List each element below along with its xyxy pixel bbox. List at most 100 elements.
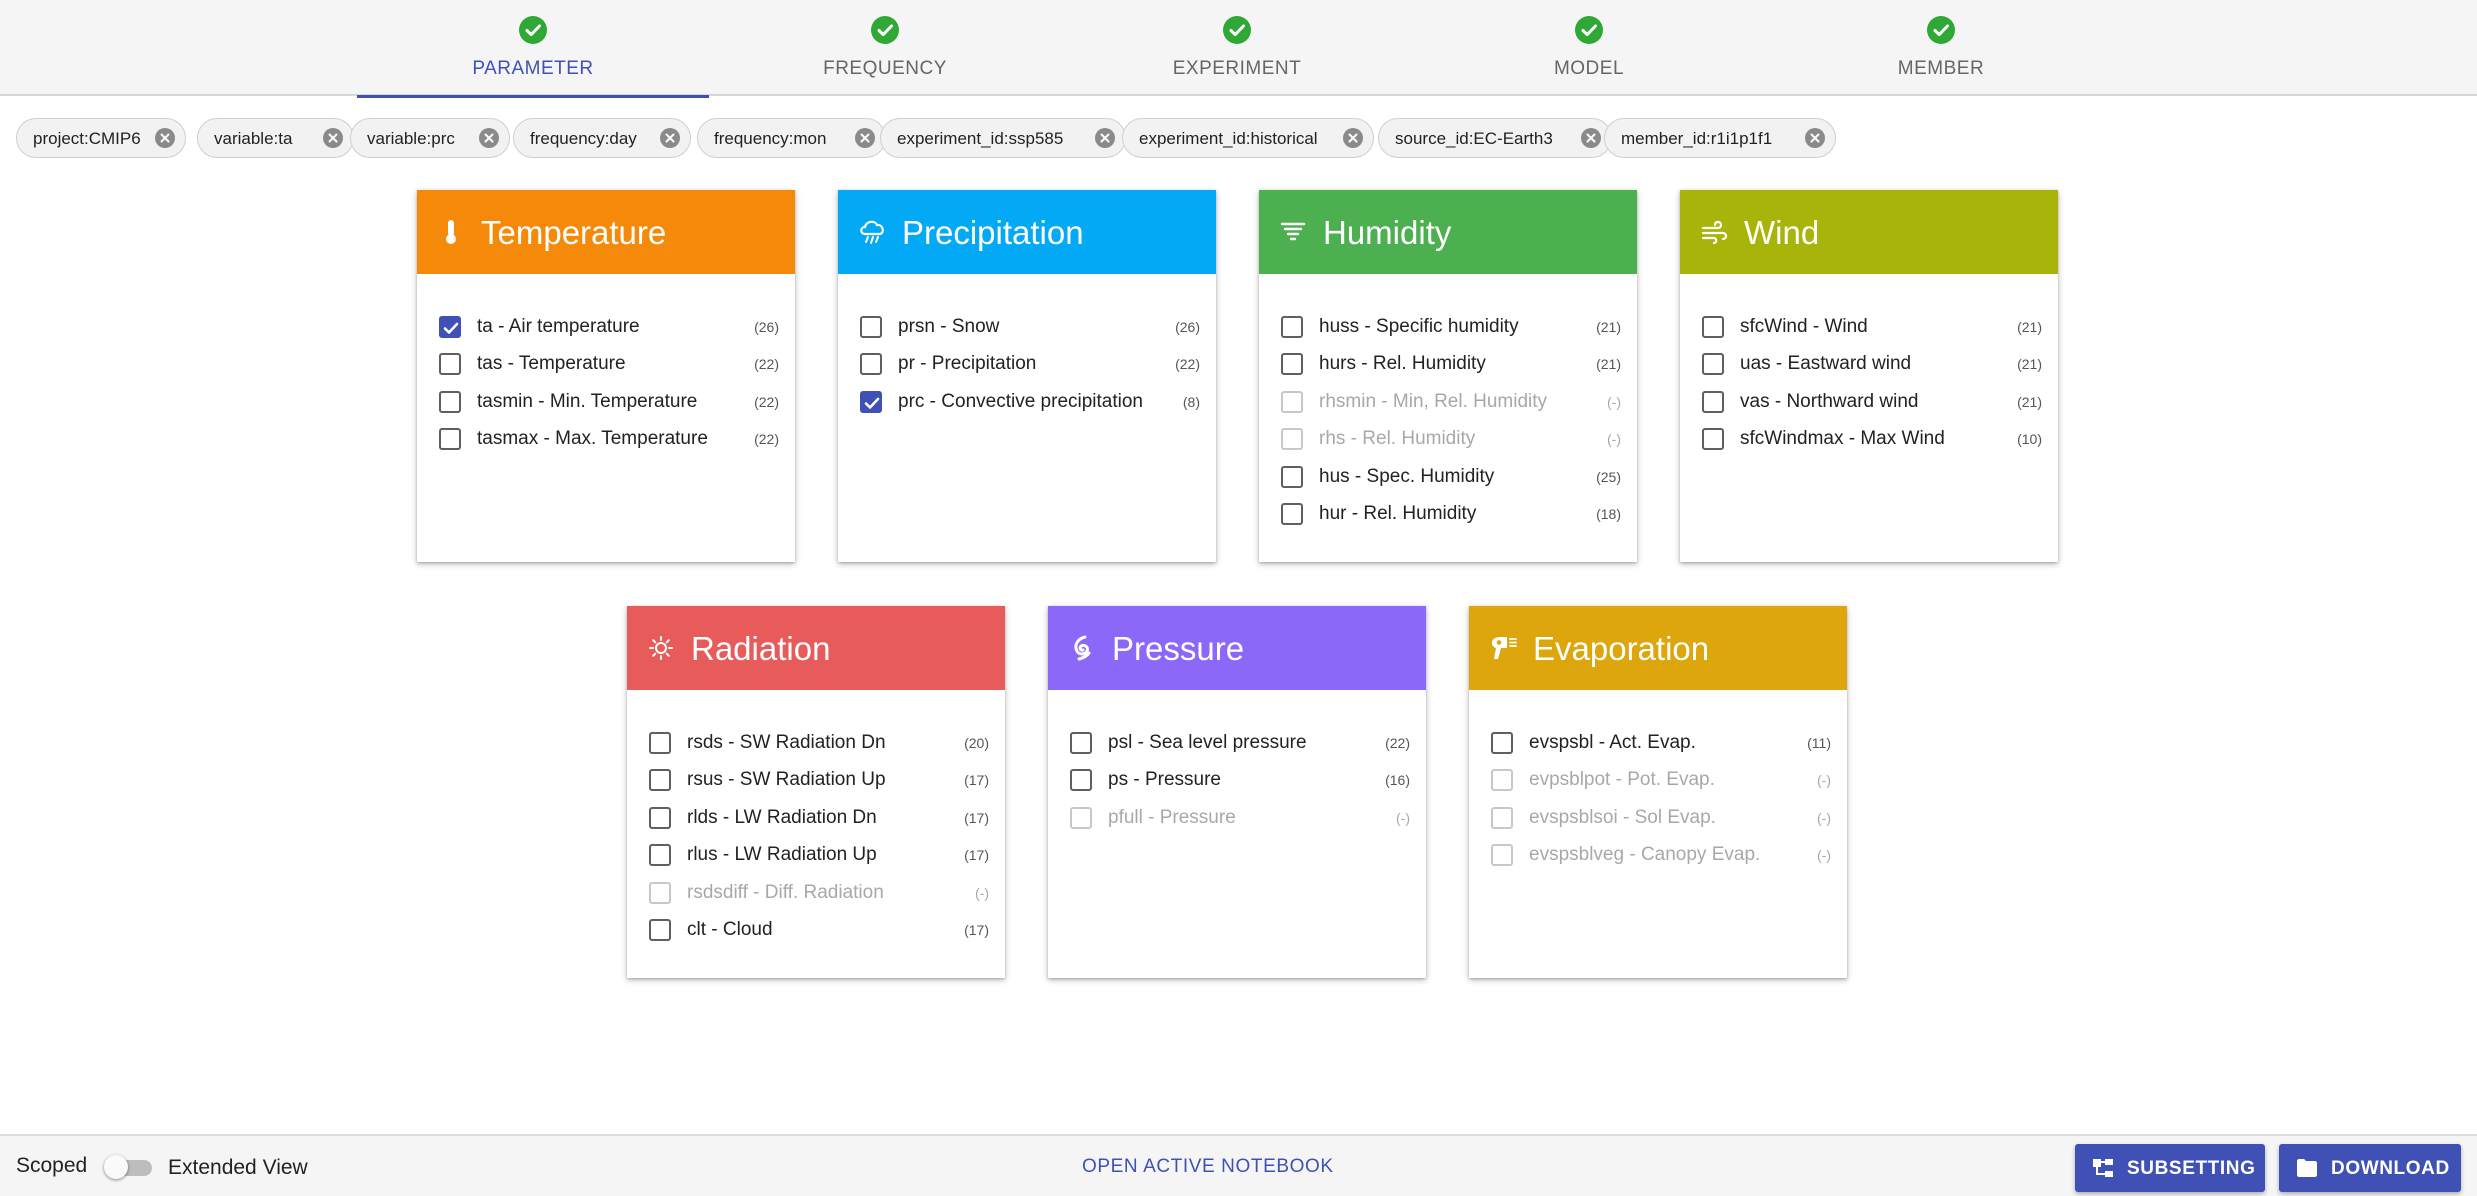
card-header: Temperature [417,190,795,274]
remove-chip-icon[interactable] [1805,128,1825,148]
step-parameter[interactable]: PARAMETER [357,0,709,98]
variable-label: hur - Rel. Humidity [1319,503,1477,524]
variable-label: sfcWindmax - Max Wind [1740,428,1945,450]
dataset-count: (-) [1396,809,1410,826]
checkbox[interactable] [439,353,461,376]
variable-label: hurs - Rel. Humidity [1319,353,1486,375]
checkbox[interactable] [1702,353,1724,376]
remove-chip-icon[interactable] [855,128,875,148]
remove-chip-icon[interactable] [323,128,343,148]
checkbox-checked[interactable] [439,316,461,338]
subsetting-button[interactable]: SUBSETTING [2075,1144,2265,1192]
variable-option[interactable]: psl - Sea level pressure (22) [1068,724,1410,761]
checkbox[interactable] [649,919,671,941]
dataset-count: (16) [1385,772,1410,789]
checkbox-checked[interactable] [860,390,882,413]
checkbox[interactable] [649,769,671,792]
checkbox[interactable] [1281,353,1303,376]
variable-option[interactable]: evspsbl - Act. Evap. (11) [1489,724,1831,761]
variable-option[interactable]: tasmin - Min. Temperature (22) [437,383,779,420]
chip-label: experiment_id:ssp585 [897,129,1064,148]
dataset-count: (18) [1596,506,1621,522]
variable-option[interactable]: prsn - Snow (26) [858,308,1200,345]
variable-label: rhs - Rel. Humidity [1319,428,1476,450]
remove-chip-icon[interactable] [1095,128,1115,148]
remove-chip-icon[interactable] [1343,128,1363,148]
toggle-thumb[interactable] [104,1155,128,1179]
remove-chip-icon[interactable] [479,128,499,148]
variable-option[interactable]: sfcWind - Wind (21) [1700,308,2042,345]
variable-option[interactable]: prc - Convective precipitation (8) [858,383,1200,420]
step-frequency[interactable]: FREQUENCY [709,0,1061,96]
variable-option[interactable]: rsus - SW Radiation Up (17) [647,761,989,798]
step-experiment[interactable]: EXPERIMENT [1061,0,1413,96]
variable-option[interactable]: sfcWindmax - Max Wind (10) [1700,420,2042,457]
checkbox[interactable] [860,353,882,376]
checkbox [1281,428,1303,451]
checkbox[interactable] [1281,465,1303,488]
dataset-count: (17) [964,772,989,789]
variable-option[interactable]: uas - Eastward wind (21) [1700,345,2042,382]
dataset-count: (17) [964,922,989,938]
step-model[interactable]: MODEL [1413,0,1765,96]
variable-label: rsds - SW Radiation Dn [687,732,886,753]
variable-option[interactable]: clt - Cloud (17) [647,911,989,948]
check-circle-icon [519,16,547,44]
dataset-count: (21) [1596,319,1621,335]
card-evaporation: Evaporation evspsbl - Act. Evap. (11) evps… [1469,606,1847,978]
checkbox[interactable] [649,732,671,754]
variable-option[interactable]: huss - Specific humidity (21) [1279,308,1621,345]
extended-view-toggle[interactable] [104,1155,154,1179]
step-member[interactable]: MEMBER [1765,0,2117,96]
checkbox[interactable] [1070,732,1092,754]
checkbox[interactable] [1491,732,1513,754]
checkbox[interactable] [439,428,461,451]
dataset-count: (-) [1817,847,1831,864]
variable-label: sfcWind - Wind [1740,316,1868,337]
variable-option: evspsblveg - Canopy Evap. (-) [1489,836,1831,873]
pressure-icon [1068,634,1096,662]
checkbox[interactable] [1702,316,1724,338]
dataset-count: (-) [1817,809,1831,826]
dataset-count: (10) [2017,431,2042,448]
variable-option[interactable]: rlds - LW Radiation Dn (17) [647,799,989,836]
variable-option[interactable]: vas - Northward wind (21) [1700,383,2042,420]
checkbox[interactable] [439,390,461,413]
remove-chip-icon[interactable] [1581,128,1601,148]
variable-label: huss - Specific humidity [1319,316,1519,337]
card-title: Wind [1744,214,1820,251]
step-label: MODEL [1553,58,1625,79]
dataset-count: (22) [1175,356,1200,373]
checkbox[interactable] [1281,316,1303,338]
variable-option[interactable]: pr - Precipitation (22) [858,345,1200,382]
variable-option[interactable]: tas - Temperature (22) [437,345,779,382]
chip-label: experiment_id:historical [1139,129,1318,148]
checkbox[interactable] [649,844,671,867]
filter-chip: variable:prc [350,118,510,158]
stepper: PARAMETER FREQUENCY EXPERIMENT MODEL MEM… [0,0,2477,98]
variable-option[interactable]: tasmax - Max. Temperature (22) [437,420,779,457]
variable-option[interactable]: ps - Pressure (16) [1068,761,1410,798]
variable-option[interactable]: hus - Spec. Humidity (25) [1279,458,1621,495]
chip-label: variable:ta [214,129,293,148]
open-notebook-button[interactable]: OPEN ACTIVE NOTEBOOK [1082,1156,1334,1178]
remove-chip-icon[interactable] [660,128,680,148]
variable-option[interactable]: hurs - Rel. Humidity (21) [1279,345,1621,382]
variable-label: evspsbl - Act. Evap. [1529,732,1696,753]
step-label: EXPERIMENT [1172,58,1302,79]
download-button[interactable]: DOWNLOAD [2279,1144,2461,1192]
variable-label: rsus - SW Radiation Up [687,769,886,791]
checkbox [1491,806,1513,829]
checkbox[interactable] [860,316,882,338]
checkbox[interactable] [1702,390,1724,413]
checkbox[interactable] [1702,428,1724,451]
variable-option[interactable]: hur - Rel. Humidity (18) [1279,495,1621,532]
variable-option[interactable]: ta - Air temperature (26) [437,308,779,345]
variable-option[interactable]: rlus - LW Radiation Up (17) [647,836,989,873]
dataset-count: (-) [975,884,989,901]
variable-option[interactable]: rsds - SW Radiation Dn (20) [647,724,989,761]
checkbox[interactable] [1281,503,1303,525]
remove-chip-icon[interactable] [155,128,175,148]
checkbox[interactable] [1070,769,1092,792]
checkbox[interactable] [649,806,671,829]
